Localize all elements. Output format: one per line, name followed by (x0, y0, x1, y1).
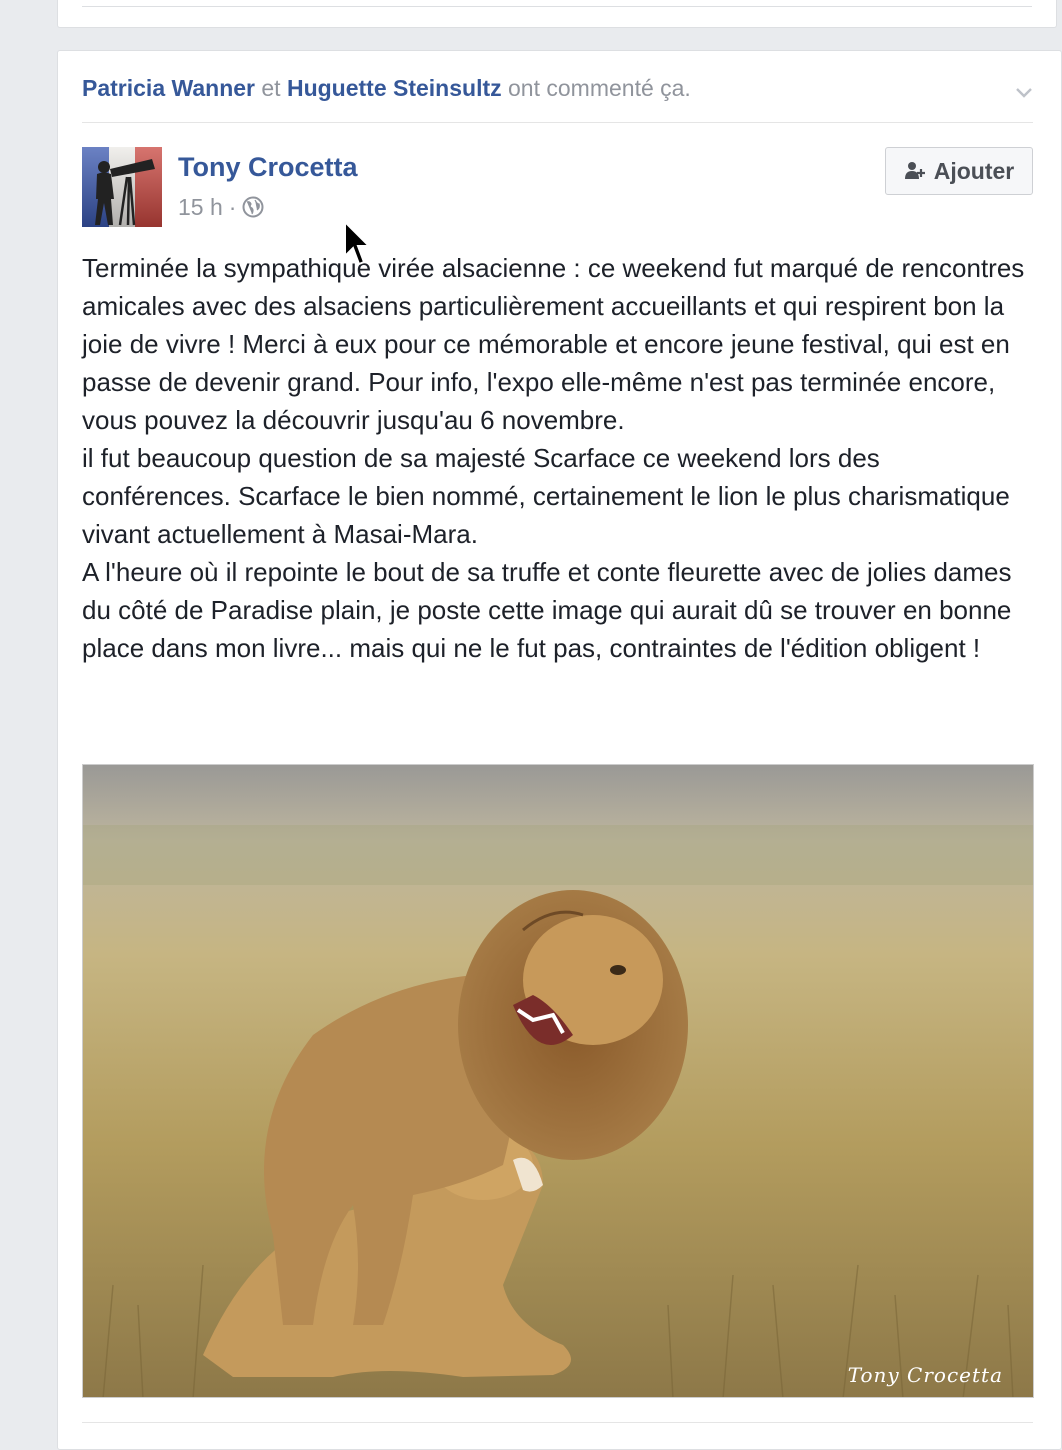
add-friend-label: Ajouter (933, 157, 1015, 184)
story-header: Patricia Wanner et Huguette Steinsultz o… (82, 73, 1037, 107)
commenter-link-2[interactable]: Huguette Steinsultz (287, 75, 502, 101)
post-meta: 15 h · (178, 193, 264, 221)
chevron-down-icon[interactable] (1015, 77, 1032, 98)
post-paragraph: il fut beaucoup question de sa majesté S… (82, 443, 1010, 549)
story-joiner: et (261, 75, 281, 101)
commenter-link-1[interactable]: Patricia Wanner (82, 75, 255, 101)
story-action: ont commenté ça. (508, 75, 691, 101)
globe-icon[interactable] (242, 196, 264, 218)
previous-post-divider (82, 0, 1032, 7)
post-author-name[interactable]: Tony Crocetta (178, 151, 358, 183)
post-timestamp[interactable]: 15 h (178, 193, 223, 221)
lion-photo-image (83, 765, 1033, 1397)
avatar[interactable] (82, 147, 162, 227)
meta-separator: · (228, 194, 237, 220)
header-divider (82, 122, 1033, 123)
post-paragraph: A l'heure où il repointe le bout de sa t… (82, 557, 1012, 663)
add-friend-icon (904, 160, 926, 182)
post-paragraph: Terminée la sympathique virée alsacienne… (82, 253, 1025, 435)
photo-watermark: Tony Crocetta (847, 1363, 1003, 1387)
footer-divider (82, 1422, 1033, 1423)
add-friend-button[interactable]: Ajouter (885, 147, 1033, 195)
post-body: Terminée la sympathique virée alsacienne… (82, 249, 1032, 667)
cursor-icon (343, 219, 373, 268)
previous-post-card (57, 0, 1057, 28)
post-photo[interactable]: Tony Crocetta (82, 764, 1034, 1398)
feed-post-card: Patricia Wanner et Huguette Steinsultz o… (57, 50, 1062, 1450)
